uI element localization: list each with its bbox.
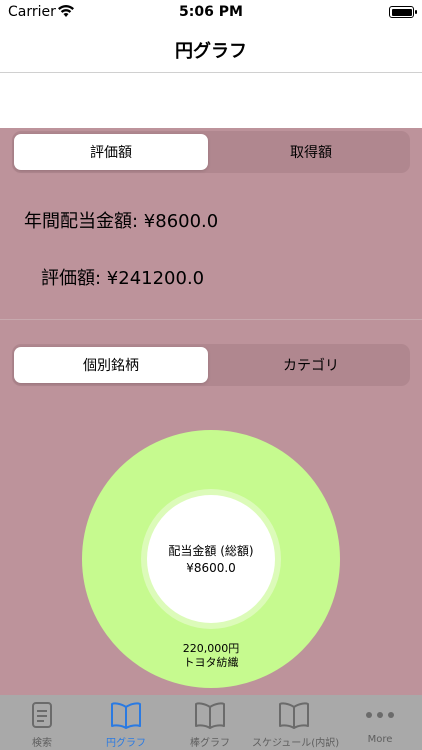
tab-label: 検索	[32, 738, 52, 749]
page-title: 円グラフ	[175, 41, 247, 62]
book-icon	[279, 702, 309, 729]
tab-bar: 検索 円グラフ 棒グラフ スケジュール(内訳) More	[0, 695, 422, 750]
book-icon	[111, 702, 141, 729]
pie-center-hole	[147, 495, 275, 623]
book-icon	[195, 702, 225, 729]
more-icon	[366, 712, 394, 718]
tab-bar-chart[interactable]: 棒グラフ	[168, 695, 252, 750]
tab-label: 円グラフ	[106, 738, 146, 749]
search-doc-icon	[32, 702, 52, 728]
tab-schedule[interactable]: スケジュール(内訳)	[252, 695, 340, 750]
dividend-pie-chart[interactable]: 配当金額 (総額) ¥8600.0 220,000円 トヨタ紡織	[0, 128, 422, 695]
navigation-bar: 円グラフ	[0, 26, 422, 73]
tab-label: 棒グラフ	[190, 738, 230, 749]
main-content: 評価額 取得額 年間配当金額: ¥8600.0 評価額: ¥241200.0 個…	[0, 128, 422, 695]
tab-label: More	[367, 734, 393, 745]
battery-icon	[389, 6, 417, 18]
tab-label: スケジュール(内訳)	[252, 738, 340, 749]
tab-more[interactable]: More	[338, 695, 422, 750]
tab-pie-chart[interactable]: 円グラフ	[84, 695, 168, 750]
status-bar: Carrier 5:06 PM	[0, 0, 422, 26]
pie-slice-value-label: 220,000円	[183, 642, 240, 655]
tab-search[interactable]: 検索	[0, 695, 84, 750]
pie-center-title: 配当金額 (総額)	[168, 543, 253, 558]
pie-center-value: ¥8600.0	[186, 561, 236, 575]
pie-slice-name-label: トヨタ紡織	[184, 655, 239, 669]
status-time: 5:06 PM	[179, 4, 243, 20]
